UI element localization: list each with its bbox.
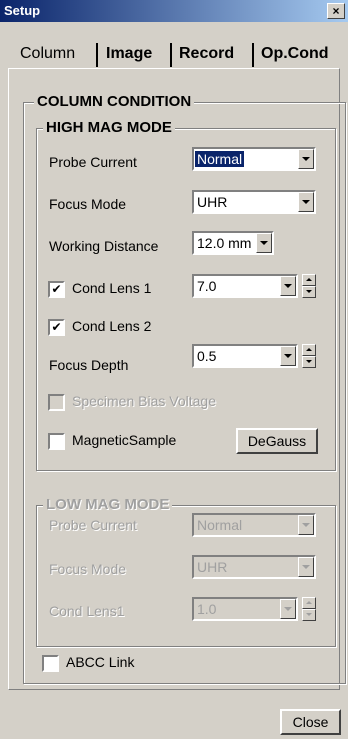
tab-image[interactable]: Image <box>106 40 152 68</box>
magnetic-sample-label: MagneticSample <box>72 432 177 448</box>
low-focus-mode-value: UHR <box>197 559 228 575</box>
probe-current-value: Normal <box>195 151 245 167</box>
focus-depth-spinner[interactable] <box>302 344 316 368</box>
window-title: Setup <box>4 3 41 18</box>
low-focus-mode-label: Focus Mode <box>49 561 127 577</box>
column-condition-title: COLUMN CONDITION <box>34 93 195 110</box>
high-mag-mode-group: HIGH MAG MODE <box>36 119 336 471</box>
low-mag-mode-title: LOW MAG MODE <box>43 496 173 513</box>
chevron-down-icon[interactable] <box>280 346 296 366</box>
chevron-down-icon[interactable] <box>298 192 314 212</box>
tab-divider <box>170 43 172 67</box>
low-probe-current-select[interactable]: Normal <box>192 513 316 537</box>
cond-lens2-checkbox[interactable]: ✔ <box>48 319 65 336</box>
spin-down-icon[interactable] <box>302 286 316 298</box>
tab-record[interactable]: Record <box>179 40 234 68</box>
chevron-down-icon[interactable] <box>298 557 314 577</box>
focus-mode-value: UHR <box>197 194 228 210</box>
tab-column[interactable]: Column <box>20 40 75 68</box>
window-close-button[interactable]: × <box>327 3 345 19</box>
abcc-link-checkbox[interactable] <box>42 655 59 672</box>
spin-down-icon[interactable] <box>302 356 316 368</box>
specimen-bias-checkbox[interactable] <box>48 394 65 411</box>
cond-lens1-value: 7.0 <box>197 278 217 294</box>
close-button[interactable]: Close <box>280 709 341 735</box>
spin-up-icon[interactable] <box>302 344 316 356</box>
chevron-down-icon[interactable] <box>298 515 314 535</box>
low-cond-lens1-value: 1.0 <box>197 601 217 617</box>
spin-up-icon[interactable] <box>302 274 316 286</box>
chevron-down-icon[interactable] <box>280 599 296 619</box>
focus-depth-value: 0.5 <box>197 348 217 364</box>
focus-depth-select[interactable]: 0.5 <box>192 344 298 368</box>
cond-lens1-label: Cond Lens 1 <box>72 280 152 296</box>
tab-divider <box>252 43 254 67</box>
working-distance-value: 12.0 mm <box>197 235 252 251</box>
cond-lens1-checkbox[interactable]: ✔ <box>48 281 65 298</box>
probe-current-select[interactable]: Normal <box>192 147 316 171</box>
cond-lens1-spinner[interactable] <box>302 274 316 298</box>
tab-divider <box>96 43 98 67</box>
tab-op-cond[interactable]: Op.Cond <box>261 40 329 68</box>
magnetic-sample-checkbox[interactable] <box>48 433 65 450</box>
abcc-link-label: ABCC Link <box>66 654 135 670</box>
low-cond-lens1-spinner[interactable] <box>302 597 316 621</box>
low-focus-mode-select[interactable]: UHR <box>192 555 316 579</box>
focus-mode-label: Focus Mode <box>49 196 127 212</box>
working-distance-select[interactable]: 12.0 mm <box>192 231 274 255</box>
low-cond-lens1-select[interactable]: 1.0 <box>192 597 298 621</box>
spin-up-icon[interactable] <box>302 597 316 609</box>
degauss-button[interactable]: DeGauss <box>236 428 318 454</box>
focus-mode-select[interactable]: UHR <box>192 190 316 214</box>
cond-lens2-label: Cond Lens 2 <box>72 318 152 334</box>
low-cond-lens1-label: Cond Lens1 <box>49 603 125 619</box>
chevron-down-icon[interactable] <box>280 276 296 296</box>
chevron-down-icon[interactable] <box>298 149 314 169</box>
focus-depth-label: Focus Depth <box>49 357 129 373</box>
high-mag-mode-title: HIGH MAG MODE <box>43 119 175 136</box>
spin-down-icon[interactable] <box>302 609 316 621</box>
chevron-down-icon[interactable] <box>256 233 272 253</box>
working-distance-label: Working Distance <box>49 238 159 254</box>
low-probe-current-label: Probe Current <box>49 517 137 533</box>
low-probe-current-value: Normal <box>197 517 243 533</box>
specimen-bias-label: Specimen Bias Voltage <box>72 393 216 409</box>
probe-current-label: Probe Current <box>49 154 137 170</box>
title-bar: Setup × <box>0 0 348 22</box>
cond-lens1-select[interactable]: 7.0 <box>192 274 298 298</box>
